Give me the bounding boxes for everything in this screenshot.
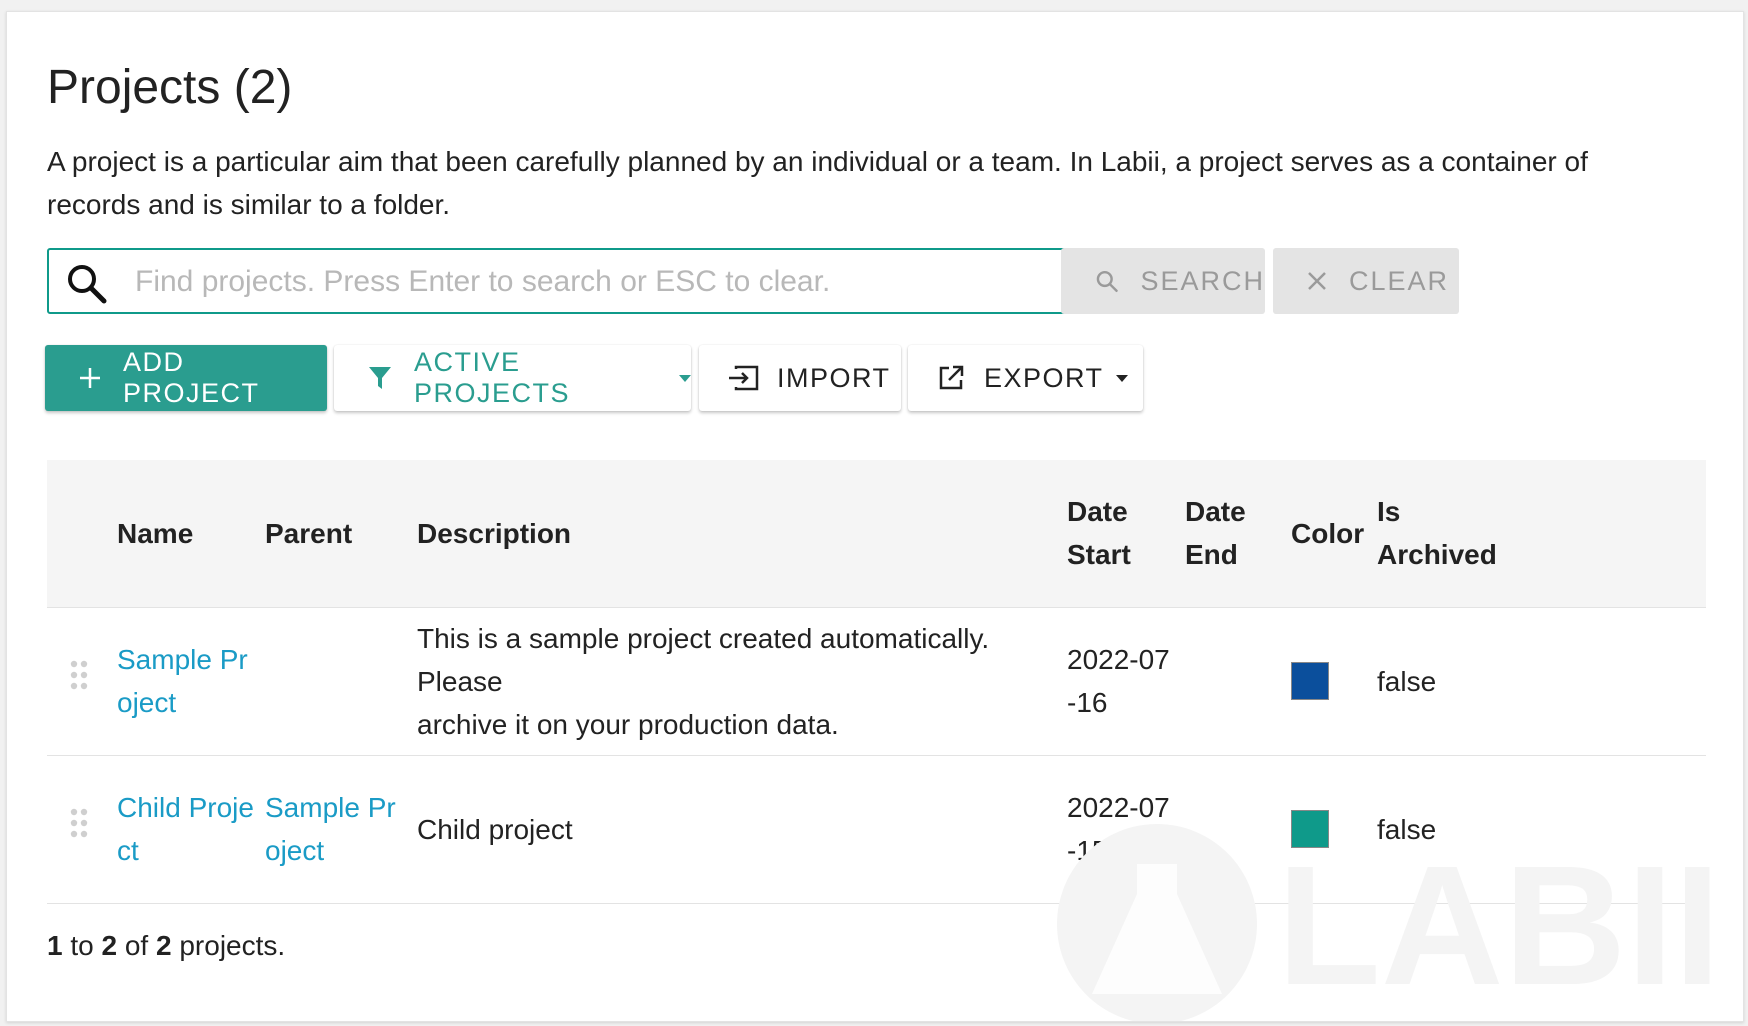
pagination-summary: 1 to 2 of 2 projects. [47,930,286,961]
drag-handle[interactable] [47,755,117,903]
active-projects-label: ACTIVE PROJECTS [414,347,571,408]
table-row: Sample Pr oject This is a sample project… [47,607,1706,755]
filter-icon [369,367,391,389]
projects-panel: Projects (2) A project is a particular a… [6,11,1744,1022]
table-header-row: Name Parent Description Date Start Date … [47,460,1706,607]
drag-handle-icon [70,808,88,838]
import-button[interactable]: IMPORT [699,345,901,411]
project-parent-link[interactable]: Sample Pr oject [265,755,417,903]
import-label: IMPORT [777,362,891,393]
clear-button-label: CLEAR [1349,265,1450,296]
column-header-parent[interactable]: Parent [265,460,417,607]
column-header-is-archived[interactable]: Is Archived [1377,460,1706,607]
export-button[interactable]: EXPORT [908,345,1143,411]
export-label: EXPORT [984,362,1104,393]
search-input[interactable] [133,258,1117,306]
external-link-icon [939,365,964,390]
search-button[interactable]: SEARCH [1061,248,1265,314]
search-icon [1096,270,1118,293]
project-color-cell [1291,607,1377,755]
column-header-name[interactable]: Name [117,460,265,607]
drag-column-header [47,460,117,607]
page-title: Projects (2) [47,61,293,114]
svg-text:LABII: LABII [1277,831,1721,1021]
column-header-date-end[interactable]: Date End [1185,460,1291,607]
search-icon [68,265,107,304]
drag-handle[interactable] [47,607,117,755]
add-project-label: ADD PROJECT [123,347,260,408]
column-header-description[interactable]: Description [417,460,1067,607]
column-header-color[interactable]: Color [1291,460,1377,607]
chevron-down-icon [1115,374,1128,382]
project-parent-link [265,607,417,755]
import-icon [729,365,759,391]
project-name-link[interactable]: Child Proje ct [117,755,265,903]
project-name-link[interactable]: Sample Pr oject [117,607,265,755]
color-swatch [1291,662,1329,700]
project-date-start: 2022-07 -16 [1067,644,1170,718]
search-field[interactable] [47,248,1130,314]
project-date-end [1185,607,1291,755]
labii-logo-watermark: LABII [1057,824,1721,1021]
clear-button[interactable]: CLEAR [1273,248,1459,314]
project-is-archived: false [1377,665,1437,697]
plus-icon [80,368,100,388]
add-project-button[interactable]: ADD PROJECT [45,345,327,411]
project-description: This is a sample project created automat… [417,622,990,740]
active-projects-filter-button[interactable]: ACTIVE PROJECTS [334,345,691,411]
column-header-date-start[interactable]: Date Start [1067,460,1185,607]
drag-handle-icon [70,660,88,690]
project-description: Child project [417,813,573,845]
page-description: A project is a particular aim that been … [47,146,1588,220]
search-button-label: SEARCH [1140,265,1265,296]
close-icon [1308,272,1326,290]
chevron-down-icon [679,374,691,382]
